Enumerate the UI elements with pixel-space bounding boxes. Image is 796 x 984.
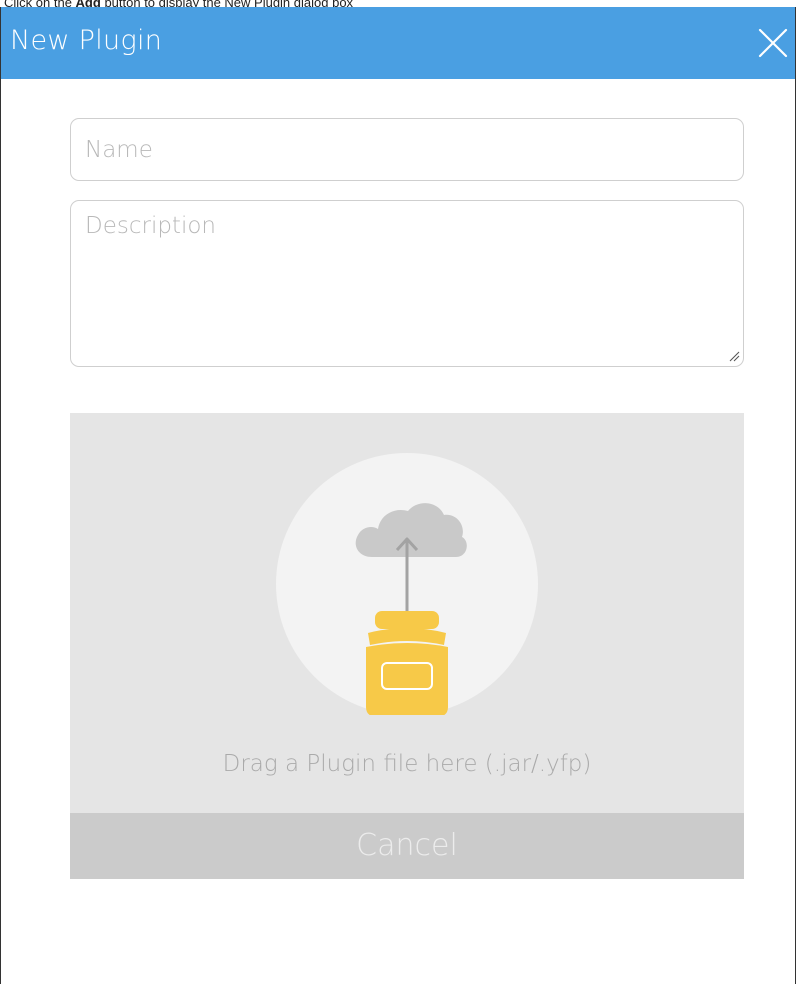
dropzone-text: Drag a Plugin file here (.jar/.yfp)	[222, 751, 592, 777]
new-plugin-dialog: New Plugin Drag a	[0, 7, 796, 984]
close-icon	[758, 28, 788, 58]
cloud-shape	[355, 503, 467, 557]
plugin-dropzone[interactable]: Drag a Plugin file here (.jar/.yfp)	[70, 413, 744, 813]
description-textarea[interactable]	[70, 200, 744, 367]
cancel-button[interactable]: Cancel	[70, 813, 744, 879]
dialog-header: New Plugin	[1, 7, 795, 79]
name-input[interactable]	[70, 118, 744, 181]
dialog-title: New Plugin	[10, 25, 163, 56]
resize-grip-icon[interactable]	[728, 350, 740, 362]
plugin-upload-icon	[355, 503, 467, 715]
close-button[interactable]	[757, 27, 789, 59]
